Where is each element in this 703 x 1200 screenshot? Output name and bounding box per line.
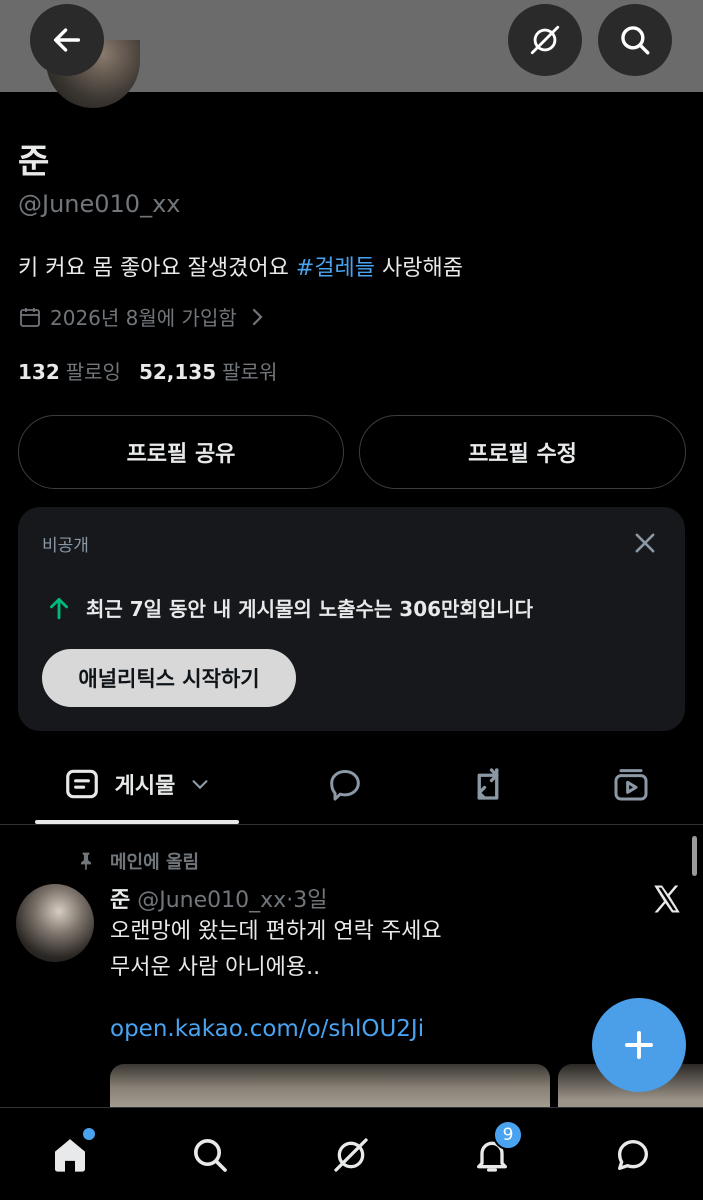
messages-icon	[618, 1140, 648, 1170]
home-unread-dot	[83, 1128, 95, 1140]
bio-text: 키 커요 몸 좋아요 잘생겼어요	[18, 256, 296, 281]
impressions-text: 최근 7일 동안 내 게시물의 노출수는 306만회입니다	[86, 597, 534, 621]
grok-icon	[334, 1138, 368, 1172]
posts-icon	[65, 769, 98, 799]
nav-home[interactable]	[47, 1128, 95, 1178]
post-author-handle[interactable]: @June010_xx	[137, 888, 286, 913]
nav-search[interactable]	[187, 1132, 233, 1178]
home-icon	[55, 1139, 85, 1172]
post-time[interactable]: 3일	[293, 888, 327, 913]
following-count: 132	[18, 360, 60, 384]
post-body: 오랜망에 왔는데 편하게 연락 주세요 무서운 사람 아니에용..	[110, 914, 442, 986]
post-line-1: 오랜망에 왔는데 편하게 연락 주세요	[110, 919, 442, 944]
profile-tabs: 게시물	[0, 746, 703, 824]
edit-profile-button[interactable]: 프로필 수정	[359, 415, 686, 489]
joined-date[interactable]: 2026년 8월에 가입함	[18, 302, 269, 331]
followers-link[interactable]: 52,135 팔로워	[139, 356, 277, 385]
search-icon	[194, 1139, 227, 1172]
following-label: 팔로잉	[65, 360, 121, 384]
profile-handle: @June010_xx	[18, 190, 181, 218]
back-arrow-icon	[53, 28, 81, 52]
video-icon	[614, 769, 648, 801]
analytics-card: 비공개 최근 7일 동안 내 게시물의 노출수는 306만회입니다 애널리틱스 …	[18, 507, 685, 731]
follow-stats: 132 팔로잉 52,135 팔로워	[18, 356, 277, 385]
bio-hashtag-link[interactable]: #걸레들	[296, 256, 375, 281]
tab-posts[interactable]: 게시물	[35, 746, 239, 822]
pin-icon	[81, 852, 91, 871]
tabs-divider	[0, 824, 703, 825]
tab-media[interactable]	[604, 746, 658, 822]
plus-icon	[625, 1031, 653, 1059]
nav-messages[interactable]	[610, 1132, 656, 1178]
search-button[interactable]	[598, 4, 672, 76]
arrow-up-icon	[50, 597, 68, 619]
repost-icon	[477, 768, 499, 800]
start-analytics-button[interactable]: 애널리틱스 시작하기	[42, 649, 296, 707]
impressions-stat: 최근 7일 동안 내 게시물의 노출수는 306만회입니다	[46, 593, 533, 622]
joined-text: 2026년 8월에 가입함	[50, 306, 237, 330]
compose-button[interactable]	[592, 998, 686, 1092]
post-link[interactable]: open.kakao.com/o/shlOU2Ji	[110, 1016, 424, 1042]
reply-icon	[330, 770, 360, 801]
grok-icon	[530, 25, 560, 55]
followers-count: 52,135	[138, 360, 217, 384]
post-author-name[interactable]: 준	[110, 888, 130, 913]
x-logo-icon[interactable]	[650, 882, 684, 916]
followers-label: 팔로워	[222, 360, 278, 384]
bottom-navigation: 9	[0, 1107, 703, 1200]
post-author-avatar[interactable]	[16, 884, 94, 962]
notifications-badge: 9	[493, 1120, 523, 1150]
search-icon	[621, 26, 650, 55]
private-label: 비공개	[42, 536, 89, 556]
nav-grok[interactable]	[328, 1132, 374, 1178]
scrollbar[interactable]	[692, 836, 697, 876]
chevron-down-icon	[192, 780, 208, 790]
post-header: 준 @June010_xx·3일	[110, 882, 327, 914]
post-line-2: 무서운 사람 아니에용..	[110, 955, 321, 980]
tab-reposts[interactable]	[460, 746, 516, 822]
chevron-right-icon	[252, 308, 263, 325]
profile-name: 준	[18, 142, 50, 182]
bio-text-end: 사랑해줌	[375, 256, 463, 281]
nav-notifications[interactable]: 9	[469, 1120, 523, 1178]
grok-button[interactable]	[508, 4, 582, 76]
share-profile-button[interactable]: 프로필 공유	[18, 415, 344, 489]
pinned-indicator: 메인에 올림	[76, 848, 199, 874]
tab-posts-label: 게시물	[114, 774, 176, 799]
pinned-label: 메인에 올림	[110, 852, 200, 873]
following-link[interactable]: 132 팔로잉	[18, 356, 121, 385]
calendar-icon	[20, 307, 40, 327]
tab-replies[interactable]	[318, 746, 372, 822]
close-icon[interactable]	[631, 529, 659, 557]
back-button[interactable]	[30, 4, 104, 76]
profile-bio: 키 커요 몸 좋아요 잘생겼어요 #걸레들 사랑해줌	[18, 250, 463, 282]
